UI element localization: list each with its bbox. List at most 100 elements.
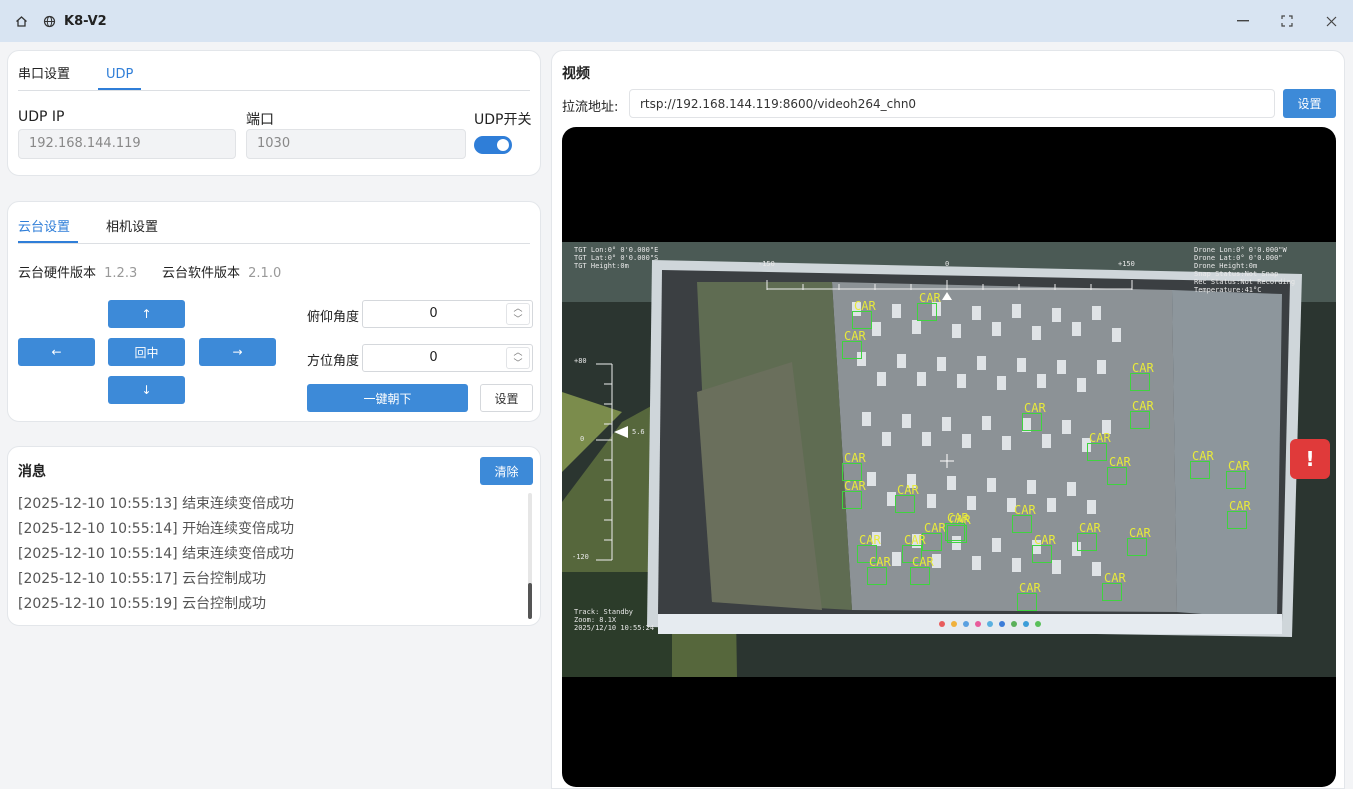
one-key-down-button[interactable]: 一键朝下 [307,384,468,412]
detection-box [1077,533,1097,551]
detection-box [1017,593,1037,611]
maximize-button[interactable] [1265,0,1309,42]
detection-box [1226,471,1246,489]
udp-ip-label: UDP IP [18,109,65,125]
detection-box [910,567,930,585]
detection-label: CAR [844,451,866,465]
osd-target-info: TGT Lon:0° 0'0.000"E TGT Lat:0° 0'0.000"… [574,246,659,270]
gimbal-set-button[interactable]: 设置 [480,384,533,412]
sw-version: 云台软件版本 2.1.0 [162,262,281,281]
detection-label: CAR [1192,449,1214,463]
detection-label: CAR [854,299,876,313]
title-bar: K8-V2 [0,0,1353,42]
window-title: K8-V2 [64,13,107,29]
detection-box [852,311,872,329]
udp-toggle[interactable] [474,136,512,154]
detection-label: CAR [1228,459,1250,473]
detection-label: CAR [1019,581,1041,595]
close-button[interactable] [1309,0,1353,42]
osd-vscale-bottom: -120 [572,553,589,561]
detection-label: CAR [844,329,866,343]
detection-box [1012,515,1032,533]
detection-box [1130,411,1150,429]
detection-label: CAR [869,555,891,569]
gimbal-center-button[interactable]: 回中 [108,338,185,366]
stream-set-button[interactable]: 设置 [1283,89,1336,118]
detection-label: CAR [897,483,919,497]
detection-box [1130,373,1150,391]
detection-label: CAR [844,479,866,493]
detection-box [945,523,965,541]
hw-version: 云台硬件版本 1.2.3 [18,262,137,281]
osd-track-info: Track: Standby Zoom: 8.1X 2025/12/10 10:… [574,608,655,632]
tab-gimbal-settings[interactable]: 云台设置 [18,214,79,243]
port-label: 端口 [246,112,274,128]
gimbal-up-button[interactable]: ↑ [108,300,185,328]
detection-label: CAR [1229,499,1251,513]
home-icon[interactable] [14,14,28,28]
tab-serial[interactable]: 串口设置 [18,61,78,90]
yaw-value: 0 [429,350,438,365]
spin-down-icon[interactable]: ﹀ [507,315,529,326]
clear-messages-button[interactable]: 清除 [480,457,533,485]
osd-vscale-top: +80 [574,357,587,365]
detection-box [1087,443,1107,461]
detection-label: CAR [1014,503,1036,517]
connection-panel: 串口设置 UDP UDP IP 192.168.144.119 端口 1030 … [7,50,541,176]
spin-down-icon[interactable]: ﹀ [507,359,529,370]
message-line: [2025-12-10 10:55:14] 结束连续变倍成功 [18,546,295,562]
detection-label: CAR [919,291,941,305]
gimbal-panel: 云台设置 相机设置 云台硬件版本 1.2.3 云台软件版本 2.1.0 ↑ ← … [7,201,541,422]
pitch-spinbox[interactable]: 0 ︿ ﹀ [362,300,533,328]
close-icon [1326,16,1336,26]
globe-icon [42,14,56,28]
detection-label: CAR [1024,401,1046,415]
detection-label: CAR [1034,533,1056,547]
message-line: [2025-12-10 10:55:14] 开始连续变倍成功 [18,521,295,537]
scroll-thumb[interactable] [528,583,532,619]
detection-box [842,341,862,359]
tab-camera-settings[interactable]: 相机设置 [98,214,166,243]
tab-udp[interactable]: UDP [98,61,142,90]
video-frame: TGT Lon:0° 0'0.000"E TGT Lat:0° 0'0.000"… [562,242,1336,677]
gimbal-tabs: 云台设置 相机设置 [18,214,530,244]
video-player[interactable]: TGT Lon:0° 0'0.000"E TGT Lat:0° 0'0.000"… [562,127,1336,787]
detection-box [842,491,862,509]
detection-box [895,495,915,513]
detection-label: CAR [1132,399,1154,413]
spin-up-icon[interactable]: ︿ [507,348,529,359]
minimize-button[interactable] [1221,0,1265,42]
fullscreen-icon [1281,15,1293,27]
detection-box [917,303,937,321]
detection-label: CAR [1109,455,1131,469]
stream-url-input[interactable]: rtsp://192.168.144.119:8600/videoh264_ch… [629,89,1275,118]
detection-box [1102,583,1122,601]
detection-box [1190,461,1210,479]
detection-label: CAR [912,555,934,569]
yaw-spinbox[interactable]: 0 ︿ ﹀ [362,344,533,372]
detection-label: CAR [1104,571,1126,585]
osd-scale-right: +150 [1118,260,1135,268]
gimbal-right-button[interactable]: → [199,338,276,366]
osd-drone-info: Drone Lon:0° 0'0.000"W Drone Lat:0° 0'0.… [1194,246,1296,294]
osd-vscale-zero: 0 [580,435,585,443]
gimbal-left-button[interactable]: ← [18,338,95,366]
yaw-label: 方位角度 [307,354,360,369]
alert-icon[interactable]: ! [1290,439,1330,479]
detection-label: CAR [904,533,926,547]
detection-box [1227,511,1247,529]
pitch-value: 0 [429,306,438,321]
detection-box [1127,538,1147,556]
messages-scrollbar[interactable] [528,493,532,619]
port-input[interactable]: 1030 [246,129,466,159]
udp-ip-input[interactable]: 192.168.144.119 [18,129,236,159]
gimbal-down-button[interactable]: ↓ [108,376,185,404]
video-title: 视频 [562,66,590,82]
detection-box [867,567,887,585]
spin-up-icon[interactable]: ︿ [507,304,529,315]
detection-label: CAR [1129,526,1151,540]
message-line: [2025-12-10 10:55:17] 云台控制成功 [18,571,267,587]
detection-label: CAR [859,533,881,547]
osd-vscale-marker: 5.6 [632,428,645,436]
detection-label: CAR [947,511,969,525]
